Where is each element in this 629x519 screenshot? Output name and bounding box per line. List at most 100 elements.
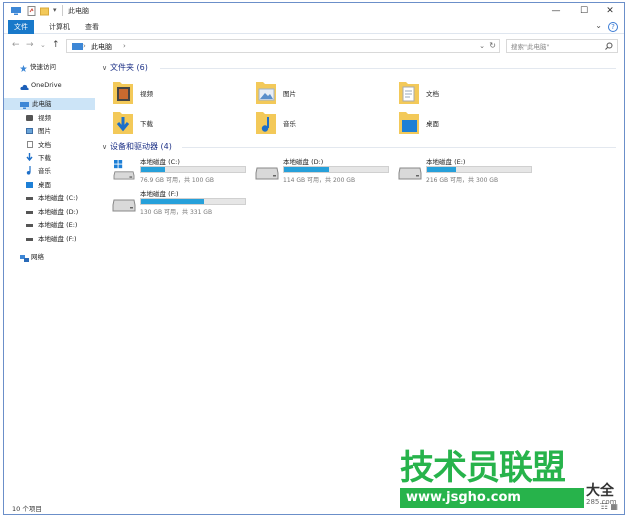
group-divider bbox=[160, 68, 616, 69]
breadcrumb-separator[interactable]: › bbox=[83, 42, 86, 50]
address-dropdown-icon[interactable]: ⌄ bbox=[479, 42, 485, 50]
navigation-pane: 快速访问 OneDrive 此电脑 视频 图片 文档 下载 音乐 桌面 本地磁盘… bbox=[4, 57, 96, 497]
file-explorer-window: ▾ 此电脑 — ☐ ✕ 文件 计算机 查看 ⌄ ? ← → ⌄ ↑ › 此电脑 … bbox=[3, 2, 625, 515]
search-icon[interactable] bbox=[605, 42, 613, 50]
folders-group-header[interactable]: ∨ 文件夹 (6) bbox=[102, 62, 148, 73]
sidebar-item-desktop[interactable]: 桌面 bbox=[4, 179, 95, 191]
drive-usage-fill bbox=[141, 167, 165, 172]
drive-usage-fill bbox=[284, 167, 329, 172]
breadcrumb-this-pc[interactable]: 此电脑 bbox=[91, 42, 112, 52]
group-divider bbox=[182, 147, 616, 148]
folders-group-title: 文件夹 (6) bbox=[110, 63, 148, 72]
sidebar-item-drive-d[interactable]: 本地磁盘 (D:) bbox=[4, 206, 95, 218]
computer-icon bbox=[20, 101, 29, 109]
sidebar-item-label: 视频 bbox=[38, 114, 51, 122]
drive-icon bbox=[26, 197, 33, 200]
drive-icon bbox=[26, 224, 33, 227]
minimize-button[interactable]: — bbox=[542, 4, 570, 19]
sidebar-item-label: 本地磁盘 (E:) bbox=[38, 221, 78, 229]
folder-downloads[interactable]: 下载 bbox=[112, 109, 232, 137]
drive-space-info: 130 GB 可用，共 331 GB bbox=[140, 209, 213, 216]
status-bar: 10 个项目 ☷ ▦ bbox=[4, 499, 624, 514]
title-bar: ▾ 此电脑 — ☐ ✕ bbox=[4, 3, 624, 20]
back-button[interactable]: ← bbox=[12, 40, 20, 50]
hard-drive-icon bbox=[112, 199, 136, 212]
music-icon bbox=[26, 166, 33, 175]
cloud-icon bbox=[20, 82, 29, 90]
drives-group-header[interactable]: ∨ 设备和驱动器 (4) bbox=[102, 141, 172, 152]
drive-name: 本地磁盘 (E:) bbox=[426, 158, 466, 166]
expand-ribbon-icon[interactable]: ⌄ bbox=[595, 21, 602, 30]
sidebar-item-pictures[interactable]: 图片 bbox=[4, 125, 95, 137]
drive-icon bbox=[26, 211, 33, 214]
folder-label: 音乐 bbox=[283, 120, 296, 128]
view-toggle-icons[interactable]: ☷ ▦ bbox=[601, 502, 618, 511]
search-input[interactable] bbox=[511, 42, 603, 51]
this-pc-icon[interactable] bbox=[10, 6, 22, 16]
sidebar-item-drive-c[interactable]: 本地磁盘 (C:) bbox=[4, 192, 95, 204]
sidebar-item-label: 文档 bbox=[38, 141, 51, 149]
windows-drive-icon bbox=[113, 160, 135, 180]
sidebar-item-label: 网络 bbox=[31, 253, 44, 261]
folder-label: 文档 bbox=[426, 90, 439, 98]
search-box[interactable] bbox=[506, 39, 618, 53]
sidebar-item-label: OneDrive bbox=[31, 81, 62, 89]
recent-locations-button[interactable]: ⌄ bbox=[40, 41, 46, 49]
up-button[interactable]: ↑ bbox=[52, 40, 60, 50]
downloads-folder-icon bbox=[113, 112, 133, 134]
quick-access-dropdown[interactable]: ▾ bbox=[53, 6, 57, 16]
help-icon[interactable]: ? bbox=[608, 22, 618, 32]
sidebar-item-documents[interactable]: 文档 bbox=[4, 139, 95, 151]
this-pc-icon bbox=[72, 43, 83, 50]
sidebar-item-network[interactable]: 网络 bbox=[4, 251, 95, 263]
hard-drive-icon bbox=[398, 167, 422, 180]
folder-label: 下载 bbox=[140, 120, 153, 128]
breadcrumb-separator[interactable]: › bbox=[123, 42, 126, 50]
documents-folder-icon bbox=[399, 82, 419, 104]
sidebar-item-music[interactable]: 音乐 bbox=[4, 165, 95, 177]
maximize-button[interactable]: ☐ bbox=[570, 4, 598, 19]
folder-videos[interactable]: 视频 bbox=[112, 79, 232, 107]
drive-c[interactable]: 本地磁盘 (C:) 76.9 GB 可用，共 100 GB bbox=[112, 156, 252, 190]
sidebar-item-downloads[interactable]: 下载 bbox=[4, 152, 95, 164]
sidebar-item-label: 此电脑 bbox=[32, 100, 52, 108]
folder-pictures[interactable]: 图片 bbox=[255, 79, 375, 107]
drive-name: 本地磁盘 (C:) bbox=[140, 158, 180, 166]
drive-usage-fill bbox=[141, 199, 205, 204]
sidebar-item-label: 下载 bbox=[38, 154, 51, 162]
video-folder-icon bbox=[26, 115, 33, 121]
star-icon bbox=[20, 64, 27, 72]
sidebar-item-label: 图片 bbox=[38, 127, 51, 135]
drive-e[interactable]: 本地磁盘 (E:) 216 GB 可用，共 300 GB bbox=[398, 156, 538, 190]
sidebar-item-this-pc[interactable]: 此电脑 bbox=[4, 98, 95, 110]
drive-f[interactable]: 本地磁盘 (F:) 130 GB 可用，共 331 GB bbox=[112, 188, 252, 222]
drive-d[interactable]: 本地磁盘 (D:) 114 GB 可用，共 200 GB bbox=[255, 156, 395, 190]
tab-computer[interactable]: 计算机 bbox=[43, 20, 76, 34]
close-button[interactable]: ✕ bbox=[596, 4, 624, 19]
properties-icon[interactable] bbox=[27, 6, 36, 16]
folder-desktop[interactable]: 桌面 bbox=[398, 109, 518, 137]
folder-documents[interactable]: 文档 bbox=[398, 79, 518, 107]
sidebar-item-label: 快速访问 bbox=[30, 63, 56, 71]
desktop-folder-icon bbox=[399, 112, 419, 134]
sidebar-item-drive-e[interactable]: 本地磁盘 (E:) bbox=[4, 219, 95, 231]
refresh-icon[interactable]: ↻ bbox=[489, 41, 496, 50]
music-folder-icon bbox=[256, 112, 276, 134]
sidebar-item-label: 本地磁盘 (D:) bbox=[38, 208, 79, 216]
download-icon bbox=[26, 153, 33, 162]
sidebar-item-drive-f[interactable]: 本地磁盘 (F:) bbox=[4, 233, 95, 245]
drive-space-info: 114 GB 可用，共 200 GB bbox=[283, 177, 356, 184]
tab-file[interactable]: 文件 bbox=[8, 20, 34, 34]
tab-view[interactable]: 查看 bbox=[79, 20, 105, 34]
chevron-down-icon: ∨ bbox=[102, 64, 108, 72]
folder-music[interactable]: 音乐 bbox=[255, 109, 375, 137]
ribbon-tabs: 文件 计算机 查看 ⌄ ? bbox=[4, 20, 624, 34]
sidebar-item-label: 本地磁盘 (F:) bbox=[38, 235, 77, 243]
address-bar[interactable]: › 此电脑 › ⌄ ↻ bbox=[66, 39, 500, 53]
forward-button[interactable]: → bbox=[26, 40, 34, 50]
sidebar-item-onedrive[interactable]: OneDrive bbox=[4, 79, 95, 91]
new-folder-icon[interactable] bbox=[40, 6, 49, 16]
sidebar-item-videos[interactable]: 视频 bbox=[4, 112, 95, 124]
sidebar-item-quick-access[interactable]: 快速访问 bbox=[4, 61, 95, 73]
folder-label: 图片 bbox=[283, 90, 296, 98]
